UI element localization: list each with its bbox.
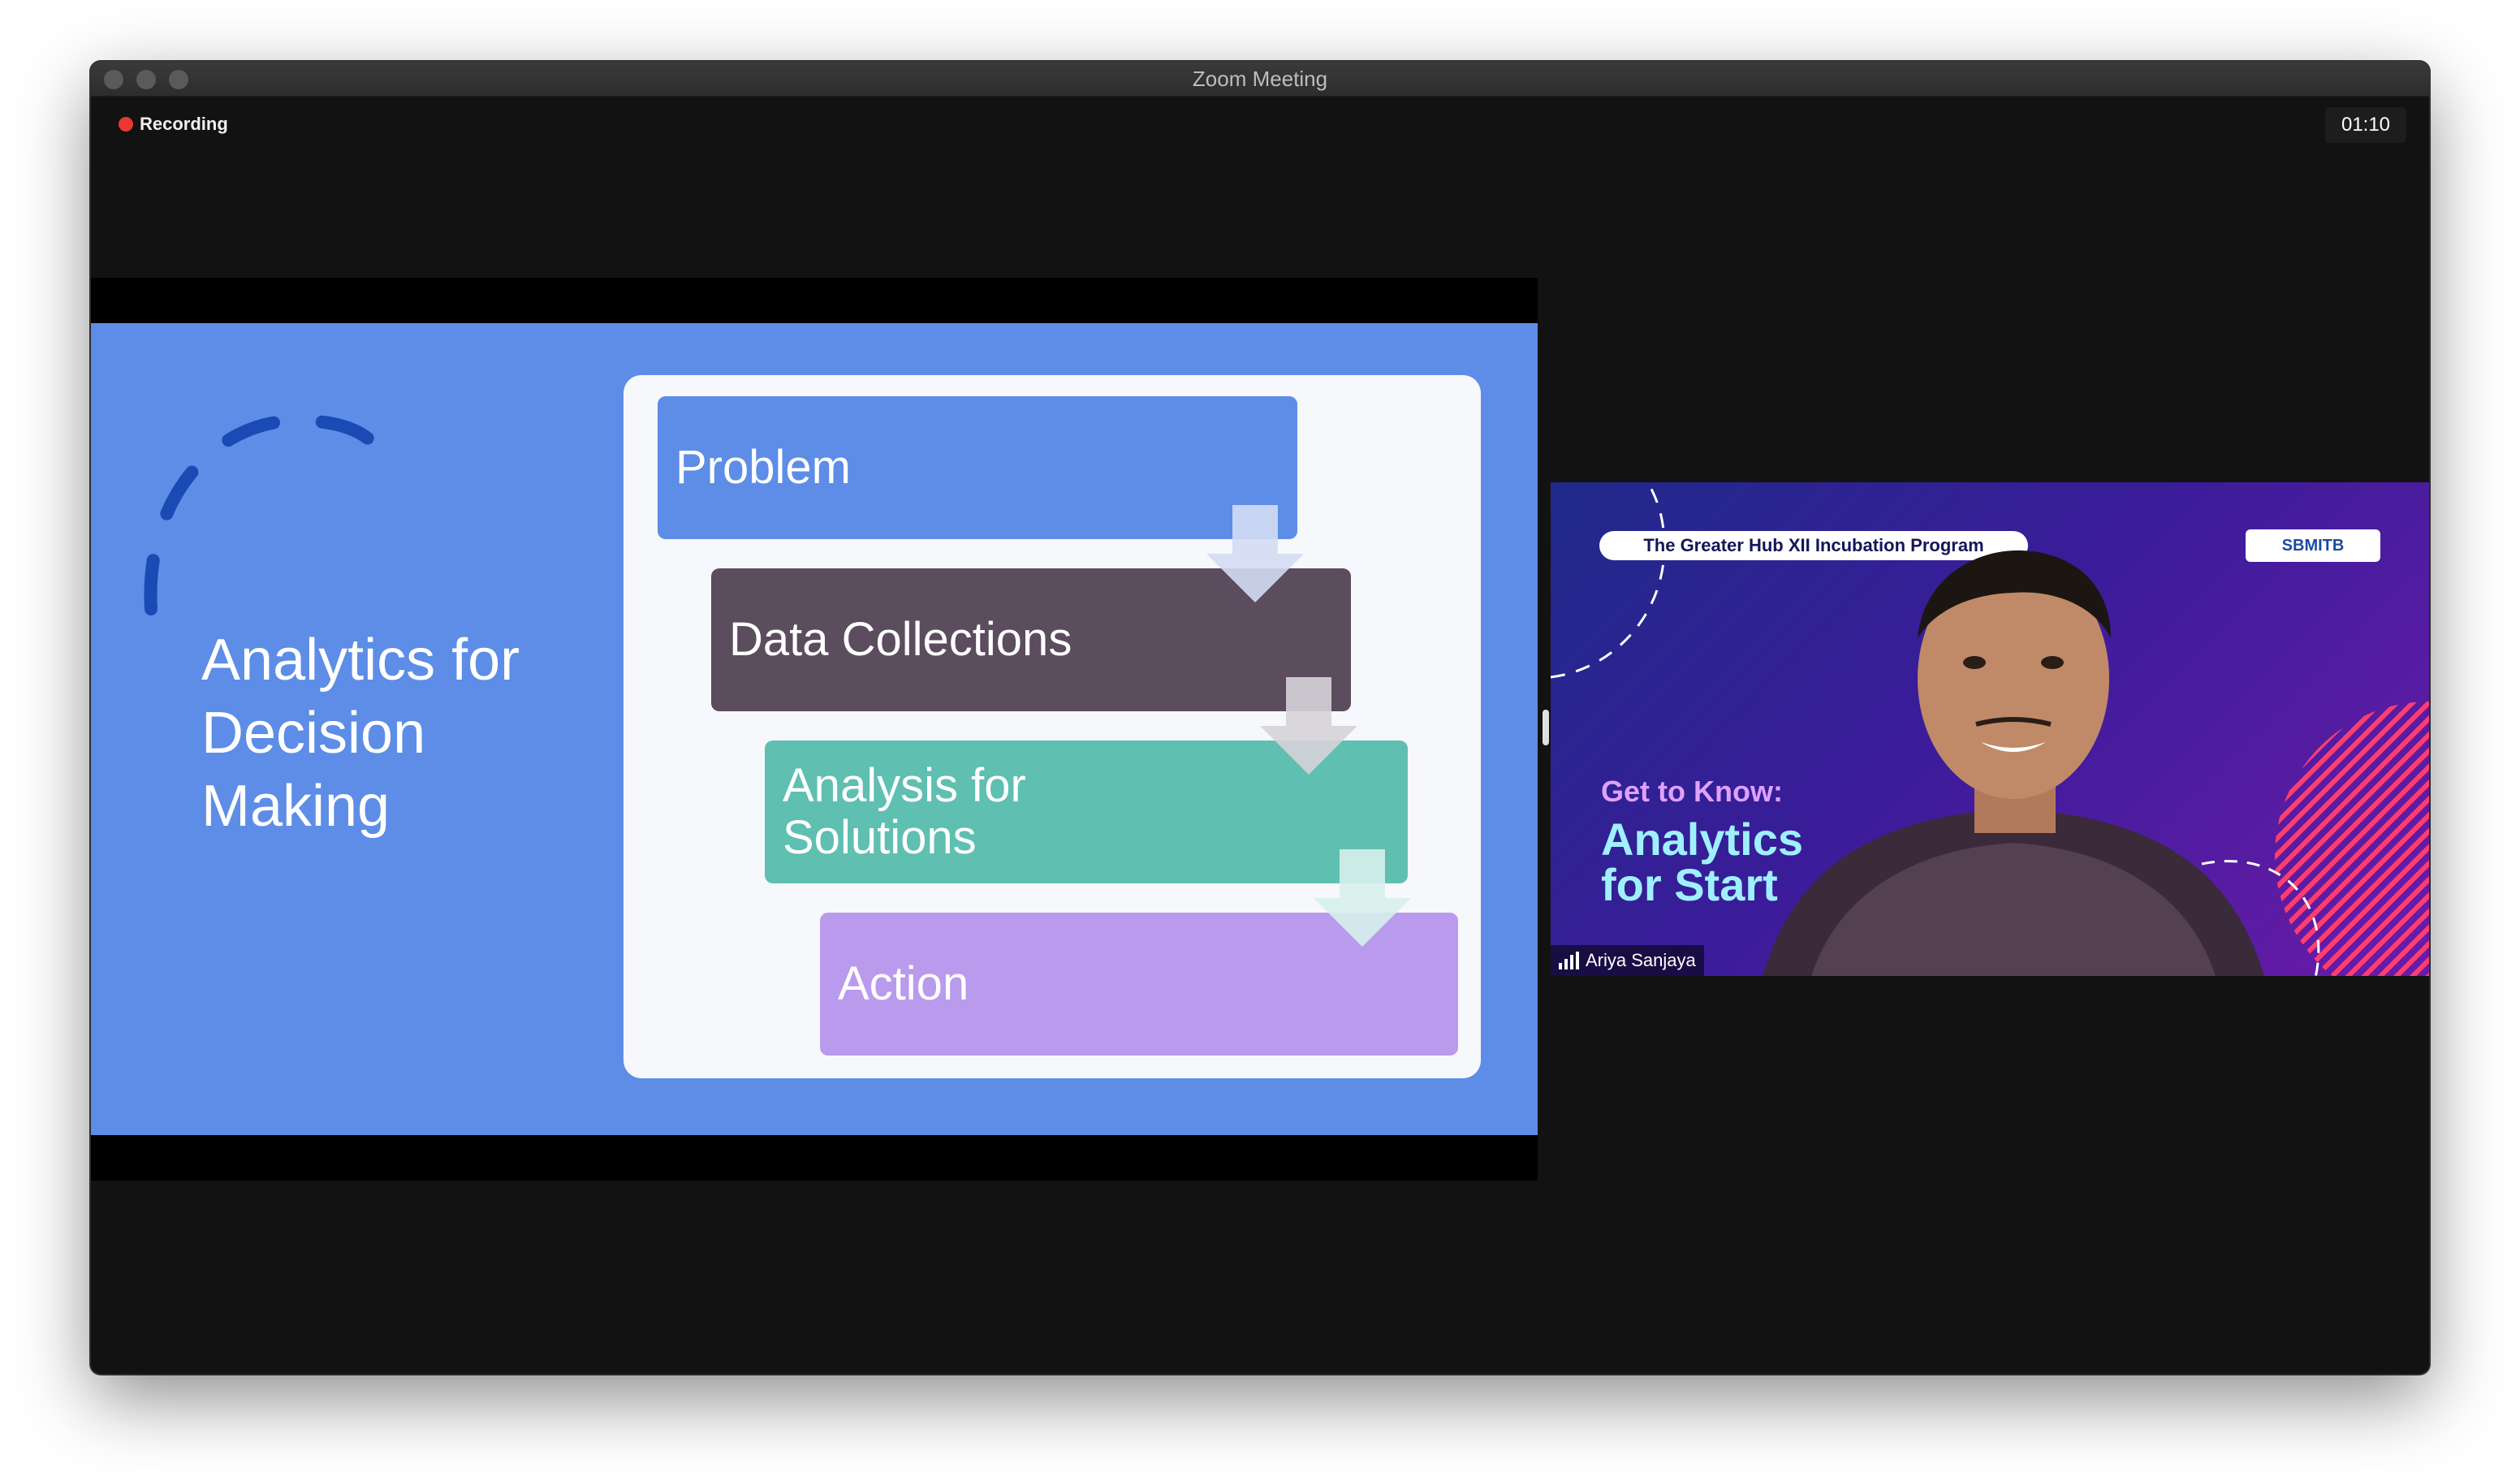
title-bar[interactable]: Zoom Meeting — [91, 62, 2429, 97]
down-arrow-icon — [1206, 505, 1304, 602]
sbm-itb-logo: SBMITB — [2246, 529, 2380, 562]
meeting-timer: 01:10 — [2325, 107, 2406, 143]
screen-share-area[interactable]: Analytics for Decision Making Problem Da… — [91, 278, 1538, 1181]
slide-title-line: Decision — [201, 701, 426, 766]
process-panel: Problem Data Collections Analysis for So… — [624, 375, 1481, 1078]
step-label: Solutions — [783, 811, 977, 864]
participant-name-tag: Ariya Sanjaya — [1551, 945, 1704, 976]
presentation-slide: Analytics for Decision Making Problem Da… — [91, 323, 1538, 1135]
slide-title-line: Analytics for — [201, 628, 520, 693]
zoom-window: Zoom Meeting Recording 01:10 Analytics f… — [91, 62, 2429, 1374]
down-arrow-icon — [1260, 677, 1357, 775]
get-to-know-label: Get to Know: — [1601, 775, 1783, 808]
step-label: Analysis for — [783, 759, 1026, 812]
step-problem: Problem — [658, 396, 1297, 539]
resize-handle[interactable] — [1543, 710, 1549, 745]
recording-label: Recording — [140, 114, 228, 134]
dashed-arc-decoration — [1551, 482, 1666, 679]
logo-text: SBMITB — [2281, 536, 2345, 555]
record-dot-icon — [119, 117, 133, 132]
step-label: Action — [838, 957, 969, 1010]
signal-strength-icon — [1559, 952, 1579, 969]
participant-name: Ariya Sanjaya — [1586, 950, 1696, 970]
slide-title: Analytics for Decision Making — [201, 624, 591, 843]
down-arrow-icon — [1314, 849, 1411, 947]
participant-video[interactable]: The Greater Hub XII Incubation Program S… — [1551, 482, 2429, 976]
dashed-arc-decoration — [144, 413, 380, 615]
step-label: Data Collections — [729, 613, 1072, 666]
recording-indicator[interactable]: Recording — [119, 114, 228, 135]
slide-title-line: Making — [201, 774, 391, 839]
step-label: Problem — [675, 441, 851, 494]
participant-person — [1763, 550, 2264, 976]
window-title: Zoom Meeting — [1192, 67, 1328, 91]
